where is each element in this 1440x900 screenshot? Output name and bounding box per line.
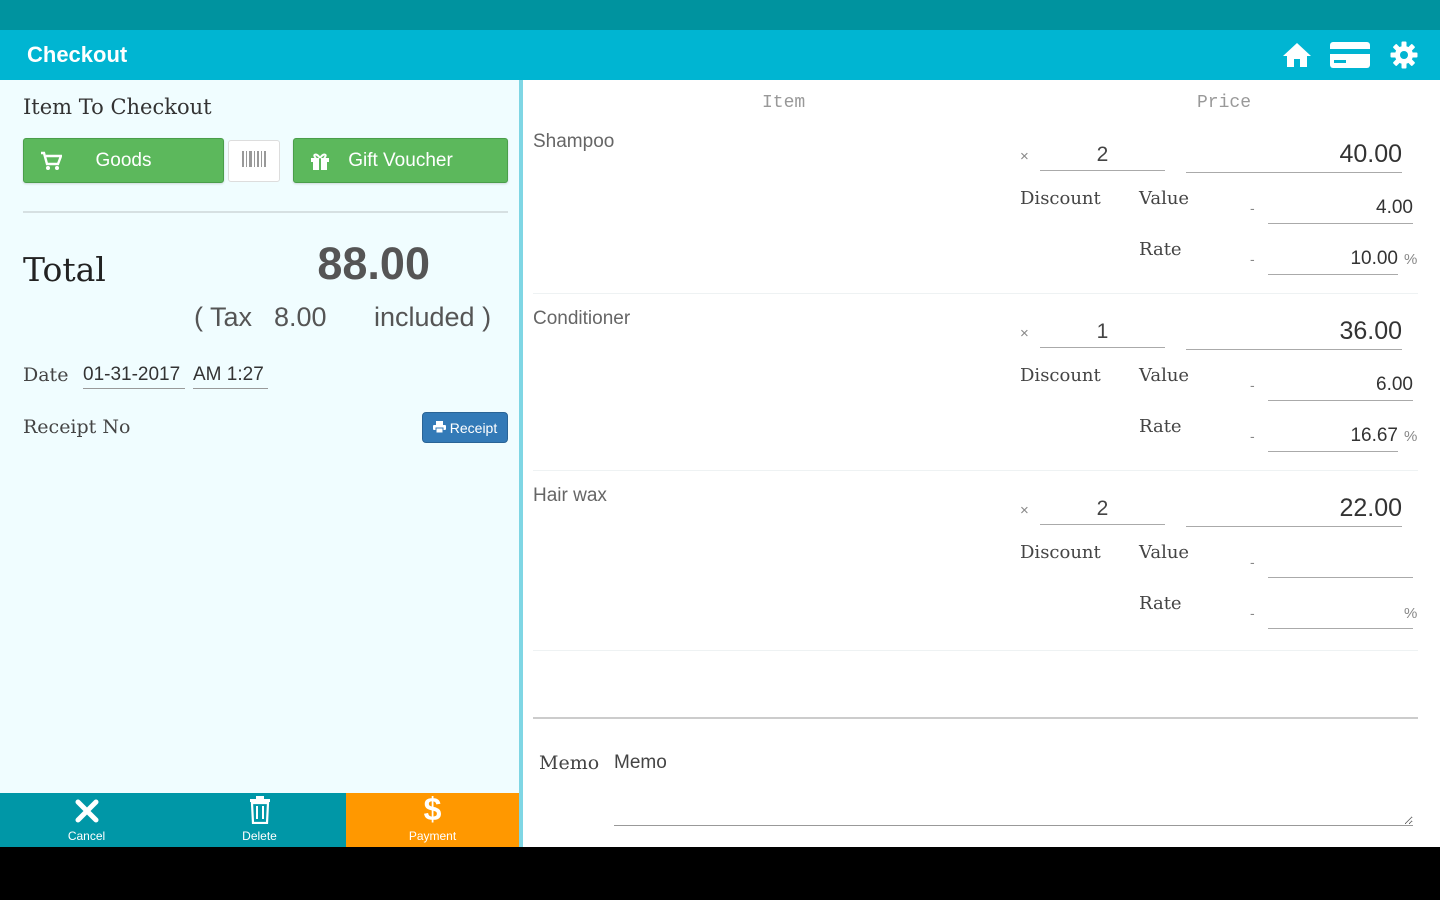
dash: - <box>1250 428 1255 444</box>
receipt-button[interactable]: Receipt <box>422 412 508 443</box>
discount-label: Discount <box>1020 188 1101 209</box>
tax-close-label: included ) <box>374 302 492 332</box>
delete-label: Delete <box>242 829 277 843</box>
item-column-header: Item <box>762 93 806 113</box>
memo-input[interactable] <box>614 752 1413 826</box>
value-label: Value <box>1139 542 1190 563</box>
status-bar <box>0 0 1440 30</box>
total-value: 88.00 <box>317 238 430 289</box>
times-sign: × <box>1020 502 1029 519</box>
dash: - <box>1250 605 1255 621</box>
barcode-button[interactable] <box>228 140 280 182</box>
cart-icon <box>40 151 63 177</box>
discount-rate-field[interactable] <box>1268 602 1413 629</box>
close-icon <box>75 799 99 828</box>
printer-icon <box>432 420 446 436</box>
app-title: Checkout <box>27 42 128 67</box>
item-separator <box>533 650 1418 651</box>
discount-label: Discount <box>1020 365 1101 386</box>
memo-label: Memo <box>539 752 600 774</box>
discount-value-field[interactable] <box>1268 551 1413 578</box>
item-name: Hair wax <box>533 485 607 506</box>
date-field[interactable]: 01-31-2017 <box>83 364 185 389</box>
tax-open-label: ( Tax <box>194 302 253 332</box>
quantity-field[interactable]: 1 <box>1040 320 1165 348</box>
dash: - <box>1250 251 1255 267</box>
total-label: Total <box>23 250 106 289</box>
summary-divider <box>23 211 508 213</box>
time-field[interactable]: AM 1:27 <box>193 364 268 389</box>
barcode-icon <box>242 150 266 172</box>
gift-voucher-button[interactable]: Gift Voucher <box>293 138 508 183</box>
tax-value: 8.00 <box>274 302 327 332</box>
rate-label: Rate <box>1139 593 1182 614</box>
memo-divider <box>533 717 1418 719</box>
payment-label: Payment <box>408 829 457 843</box>
quantity-field[interactable]: 2 <box>1040 497 1165 525</box>
item-name: Conditioner <box>533 308 631 329</box>
system-nav-bar <box>0 847 1440 900</box>
gift-icon <box>310 151 330 177</box>
percent-sign: % <box>1404 251 1418 268</box>
discount-value-field[interactable]: 6.00 <box>1268 374 1413 401</box>
dollar-icon: $ <box>423 791 442 827</box>
quantity-field[interactable]: 2 <box>1040 143 1165 171</box>
payment-button[interactable]: $ Payment <box>346 793 519 847</box>
times-sign: × <box>1020 325 1029 342</box>
item-list-panel <box>523 80 1440 847</box>
discount-value-field[interactable]: 4.00 <box>1268 197 1413 224</box>
card-icon[interactable] <box>1329 40 1371 70</box>
receipt-button-label: Receipt <box>449 419 498 436</box>
item-separator <box>533 293 1418 294</box>
item-name: Shampoo <box>533 131 615 152</box>
value-label: Value <box>1139 365 1190 386</box>
price-field[interactable]: 22.00 <box>1186 494 1402 527</box>
rate-label: Rate <box>1139 239 1182 260</box>
times-sign: × <box>1020 148 1029 165</box>
dash: - <box>1250 554 1255 570</box>
discount-label: Discount <box>1020 542 1101 563</box>
goods-button[interactable]: Goods <box>23 138 224 183</box>
delete-button[interactable]: Delete <box>173 793 346 847</box>
items-heading: Item To Checkout <box>23 95 212 119</box>
bottom-action-bar: Cancel Delete $ Payment <box>0 793 519 847</box>
discount-rate-field[interactable]: 16.67 <box>1268 425 1398 452</box>
home-icon[interactable] <box>1281 40 1313 70</box>
rate-label: Rate <box>1139 416 1182 437</box>
price-field[interactable]: 40.00 <box>1186 140 1402 173</box>
discount-rate-field[interactable]: 10.00 <box>1268 248 1398 275</box>
dash: - <box>1250 200 1255 216</box>
percent-sign: % <box>1404 428 1418 445</box>
item-separator <box>533 470 1418 471</box>
price-field[interactable]: 36.00 <box>1186 317 1402 350</box>
date-label: Date <box>23 364 69 386</box>
percent-sign: % <box>1404 605 1418 622</box>
receipt-no-label: Receipt No <box>23 416 131 438</box>
cancel-label: Cancel <box>67 829 106 843</box>
price-column-header: Price <box>1197 93 1252 113</box>
trash-icon <box>248 796 272 829</box>
gear-icon[interactable] <box>1389 40 1419 70</box>
cancel-button[interactable]: Cancel <box>0 793 173 847</box>
app-bar: Checkout <box>0 30 1440 80</box>
dash: - <box>1250 377 1255 393</box>
value-label: Value <box>1139 188 1190 209</box>
